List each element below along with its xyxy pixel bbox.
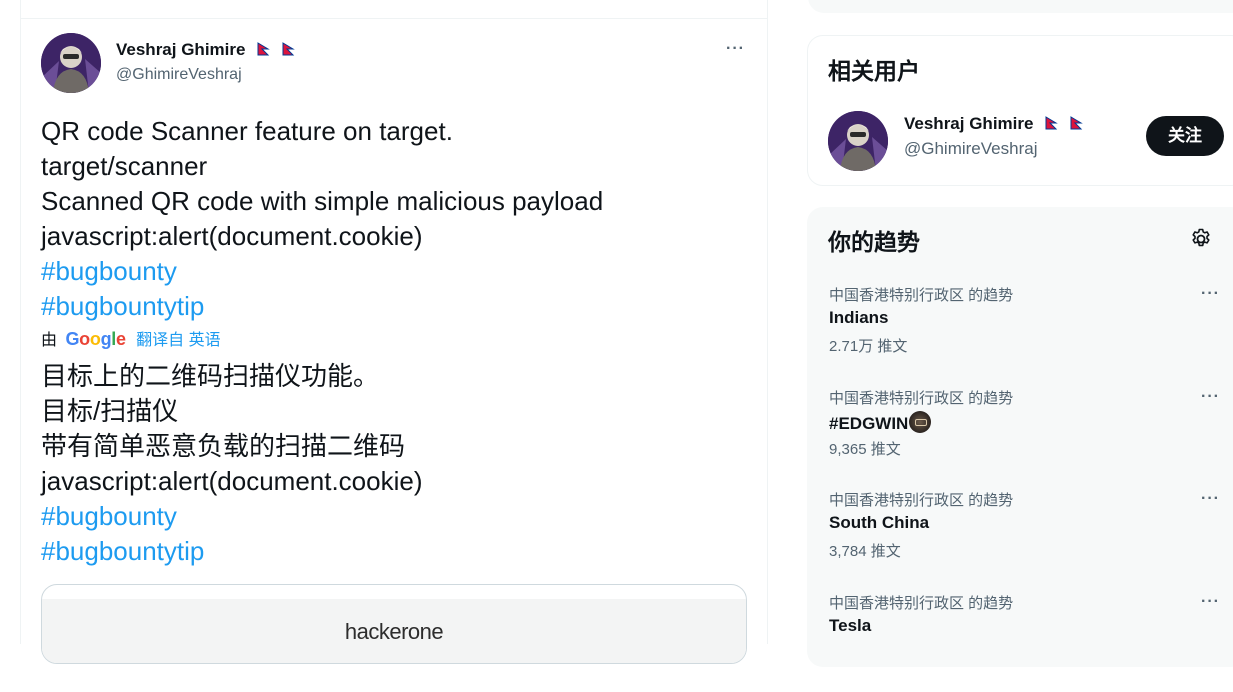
- link-preview-card[interactable]: hackerone: [41, 584, 747, 664]
- trends-title: 你的趋势: [828, 229, 920, 255]
- author-name[interactable]: Veshraj Ghimire: [116, 40, 295, 60]
- nepal-flag-icon: [1045, 116, 1058, 130]
- nepal-flag-icon: [1070, 116, 1083, 130]
- gear-icon[interactable]: [1189, 227, 1213, 251]
- trend-item[interactable]: 中国香港特别行政区 的趋势 ··· #EDGWIN 9,365 推文: [807, 387, 1233, 487]
- more-options-icon[interactable]: ···: [1201, 594, 1220, 610]
- trend-name: South China: [829, 513, 930, 532]
- sidebar-top-panel: [808, 0, 1233, 13]
- related-user-handle[interactable]: @GhimireVeshraj: [904, 139, 1037, 159]
- translated-text: 目标上的二维码扫描仪功能。 目标/扫描仪 带有简单恶意负载的扫描二维码 java…: [41, 359, 741, 569]
- tweet-text-line: QR code Scanner feature on target.: [41, 116, 453, 146]
- author-handle[interactable]: @GhimireVeshraj: [116, 66, 242, 84]
- trend-name: Tesla: [829, 616, 872, 635]
- translation-attribution: 由 Google 翻译自 英语: [41, 326, 221, 350]
- trend-count: 9,365 推文: [829, 441, 901, 458]
- trend-item[interactable]: 中国香港特别行政区 的趋势 ··· Indians 2.71万 推文: [807, 284, 1233, 384]
- trend-context: 中国香港特别行政区 的趋势: [829, 287, 1014, 304]
- tweet-column: Veshraj Ghimire @GhimireVeshraj ··· QR c…: [20, 0, 768, 664]
- translated-from-link[interactable]: 翻译自 英语: [136, 332, 220, 349]
- translated-by-label: 由: [41, 332, 58, 349]
- google-logo: Google: [65, 329, 126, 349]
- related-users-panel: 相关用户 Veshraj Ghimire @GhimireVeshraj 关注: [807, 35, 1233, 186]
- trend-context: 中国香港特别行政区 的趋势: [829, 492, 1014, 509]
- hackerone-logo: hackerone: [344, 619, 444, 644]
- hashtag-link[interactable]: #bugbounty: [41, 501, 177, 531]
- author-avatar[interactable]: [41, 33, 101, 93]
- trend-count: 3,784 推文: [829, 543, 901, 560]
- translated-text-line: 目标上的二维码扫描仪功能。: [41, 361, 380, 391]
- more-options-icon[interactable]: ···: [1201, 491, 1220, 507]
- tweet-text-line: target/scanner: [41, 151, 208, 181]
- trend-name-row: #EDGWIN: [829, 411, 932, 434]
- nepal-flag-icon: [257, 42, 270, 56]
- edg-logo-icon: [909, 411, 932, 433]
- related-user-name[interactable]: Veshraj Ghimire: [904, 114, 1083, 134]
- translated-text-line: 带有简单恶意负载的扫描二维码: [41, 431, 406, 461]
- tweet-text-line: Scanned QR code with simple malicious pa…: [41, 186, 604, 216]
- trend-context: 中国香港特别行政区 的趋势: [829, 595, 1014, 612]
- more-options-icon[interactable]: ···: [1201, 389, 1220, 405]
- tweet-text-line: javascript:alert(document.cookie): [41, 221, 423, 251]
- divider: [21, 18, 767, 19]
- trends-panel: 你的趋势 中国香港特别行政区 的趋势 ··· Indians 2.71万 推文 …: [807, 207, 1233, 667]
- more-options-icon[interactable]: ···: [1201, 286, 1220, 302]
- hashtag-link[interactable]: #bugbounty: [41, 256, 177, 286]
- trend-count: 2.71万 推文: [829, 338, 908, 355]
- trend-name: #EDGWIN: [829, 414, 909, 433]
- follow-button[interactable]: 关注: [1146, 116, 1224, 156]
- more-options-icon[interactable]: ···: [726, 41, 745, 57]
- related-users-title: 相关用户: [828, 58, 920, 84]
- nepal-flag-icon: [282, 42, 295, 56]
- card-image: hackerone: [42, 599, 746, 663]
- related-user-name-text[interactable]: Veshraj Ghimire: [904, 114, 1033, 133]
- hashtag-link[interactable]: #bugbountytip: [41, 291, 204, 321]
- trend-name: Indians: [829, 308, 889, 327]
- trend-item[interactable]: 中国香港特别行政区 的趋势 ··· Tesla: [807, 592, 1233, 692]
- tweet-text: QR code Scanner feature on target. targe…: [41, 114, 741, 324]
- translated-text-line: javascript:alert(document.cookie): [41, 466, 423, 496]
- trend-item[interactable]: 中国香港特别行政区 的趋势 ··· South China 3,784 推文: [807, 489, 1233, 589]
- hashtag-link[interactable]: #bugbountytip: [41, 536, 204, 566]
- trend-context: 中国香港特别行政区 的趋势: [829, 390, 1014, 407]
- author-name-text[interactable]: Veshraj Ghimire: [116, 40, 245, 59]
- related-user-avatar[interactable]: [828, 111, 888, 171]
- translated-text-line: 目标/扫描仪: [41, 396, 179, 426]
